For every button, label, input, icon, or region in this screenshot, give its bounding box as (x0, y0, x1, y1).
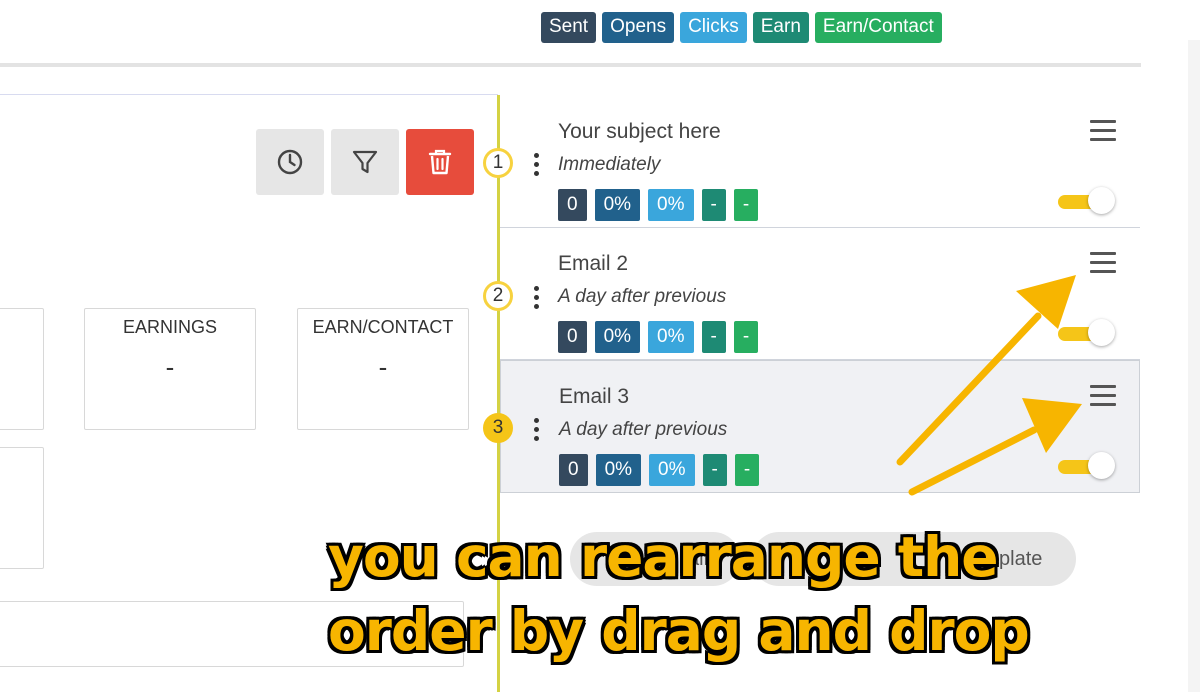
stat-earn-contact: - (734, 454, 760, 486)
stat-opens: 0% (595, 454, 642, 486)
email-subject[interactable]: Your subject here (558, 120, 721, 144)
drag-handle-icon[interactable] (1090, 252, 1116, 276)
step-marker-1: 1 (483, 148, 513, 178)
email-card-3[interactable]: Email 3 A day after previous 0 0% 0% - - (500, 360, 1140, 493)
stat-box-partial (0, 308, 44, 430)
content-box-partial (0, 447, 44, 569)
stats-legend: Sent Opens Clicks Earn Earn/Contact (541, 12, 942, 43)
stat-opens: 0% (594, 189, 641, 221)
stat-label-earn-contact: EARN/CONTACT (312, 317, 454, 337)
legend-clicks: Clicks (680, 12, 747, 43)
email-timing: Immediately (558, 154, 661, 175)
panel-top-border (0, 94, 498, 95)
stat-sent: 0 (558, 321, 587, 353)
filter-button[interactable] (331, 129, 399, 195)
email-subject[interactable]: Email 2 (558, 252, 628, 276)
stat-earn-contact: - (733, 321, 759, 353)
stat-label-earnings: EARNINGS (122, 317, 218, 337)
email-timing: A day after previous (558, 286, 727, 307)
stat-box-earn-contact: EARN/CONTACT - (297, 308, 469, 430)
drag-handle-icon[interactable] (1090, 385, 1116, 409)
stat-earn: - (701, 189, 726, 221)
trash-icon (428, 149, 452, 175)
email-subject[interactable]: Email 3 (559, 385, 629, 409)
schedule-button[interactable] (256, 129, 324, 195)
email-stats: 0 0% 0% - - (559, 454, 760, 486)
header-divider (0, 63, 1141, 67)
stat-sent: 0 (559, 454, 588, 486)
enable-toggle[interactable] (1058, 319, 1115, 346)
clock-icon (277, 149, 303, 175)
email-timing: A day after previous (559, 419, 728, 440)
step-marker-3: 3 (483, 413, 513, 443)
legend-sent: Sent (541, 12, 597, 43)
stat-value-earnings: - (165, 352, 175, 382)
stat-sent: 0 (558, 189, 587, 221)
email-stats: 0 0% 0% - - (558, 189, 759, 221)
tutorial-caption: you can rearrange the order by drag and … (328, 520, 1088, 668)
enable-toggle[interactable] (1058, 187, 1115, 214)
more-options-icon[interactable] (534, 286, 540, 313)
stat-box-earnings: EARNINGS - (84, 308, 256, 430)
drag-handle-icon[interactable] (1090, 120, 1116, 144)
more-options-icon[interactable] (534, 418, 540, 445)
stat-earn: - (701, 321, 726, 353)
stat-value-earn-contact: - (378, 352, 388, 382)
delete-button[interactable] (406, 129, 474, 195)
stat-clicks: 0% (648, 321, 694, 353)
stat-clicks: 0% (648, 189, 694, 221)
email-card-2[interactable]: Email 2 A day after previous 0 0% 0% - - (500, 228, 1140, 360)
email-stats: 0 0% 0% - - (558, 321, 759, 353)
more-options-icon[interactable] (534, 153, 540, 180)
stat-clicks: 0% (649, 454, 695, 486)
stat-earn: - (702, 454, 727, 486)
stat-earn-contact: - (733, 189, 759, 221)
caption-line-1: you can rearrange the (328, 525, 999, 589)
legend-earn: Earn (752, 12, 809, 43)
scrollbar-track[interactable] (1188, 40, 1200, 692)
email-card-1[interactable]: Your subject here Immediately 0 0% 0% - … (500, 96, 1140, 228)
caption-line-2: order by drag and drop (328, 599, 1030, 663)
step-marker-2: 2 (483, 281, 513, 311)
filter-icon (352, 150, 378, 174)
stat-opens: 0% (594, 321, 641, 353)
enable-toggle[interactable] (1058, 452, 1115, 479)
legend-earn-contact: Earn/Contact (814, 12, 942, 43)
legend-opens: Opens (602, 12, 675, 43)
